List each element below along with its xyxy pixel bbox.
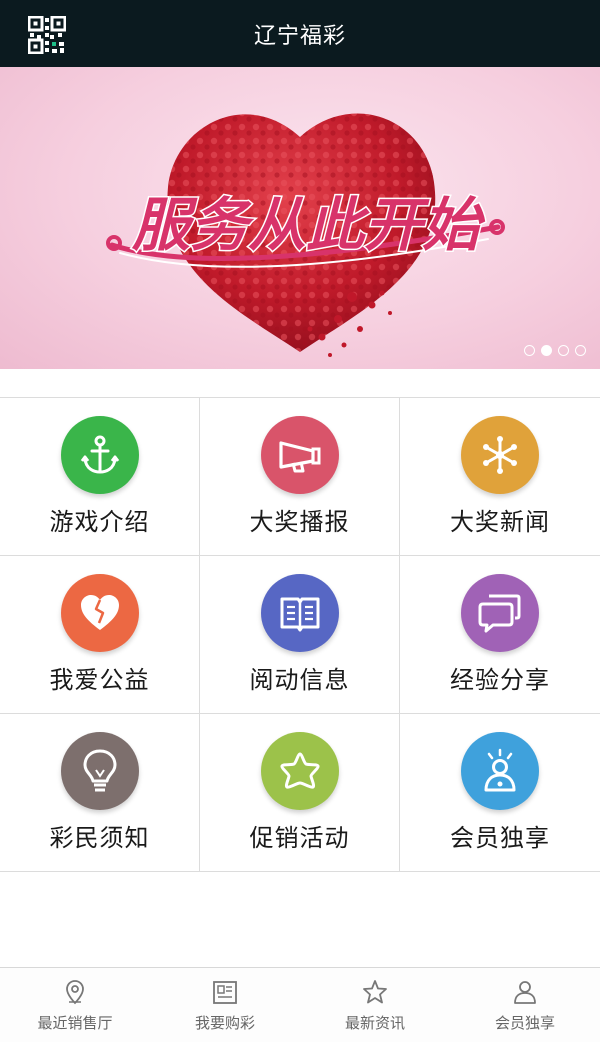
grid-item-label: 我爱公益 [49,666,150,694]
star-icon [260,732,339,810]
carousel-dot-active[interactable] [541,345,552,356]
tab-member-exclusive[interactable]: 会员独享 [450,968,600,1042]
carousel-dot[interactable] [575,345,586,356]
tab-nearest-outlet[interactable]: 最近销售厅 [0,968,150,1042]
grid-item-member-exclusive[interactable]: 会员独享 [400,714,600,871]
tab-buy-lottery[interactable]: 我要购彩 [150,968,300,1042]
grid-item-player-notice[interactable]: 彩民须知 [0,714,200,871]
member-icon [461,732,539,810]
grid-item-charity[interactable]: 我爱公益 [0,556,200,714]
megaphone-icon [260,416,339,494]
grid-item-promotion[interactable]: 促销活动 [200,714,400,871]
anchor-icon [60,416,139,494]
carousel-indicator [524,345,586,356]
book-icon [260,574,339,652]
star-outline-icon [363,980,387,1004]
grid-item-label: 阅动信息 [249,666,350,694]
grid-item-label: 经验分享 [450,666,550,694]
grid-item-label: 彩民须知 [49,824,150,852]
asterisk-icon [461,416,539,494]
tab-label: 我要购彩 [194,1014,255,1032]
grid-item-prize-broadcast[interactable]: 大奖播报 [200,398,400,556]
location-pin-icon [66,980,84,1005]
tab-label: 最近销售厅 [37,1014,113,1032]
app: 辽宁福彩 服务从此开始 游戏介绍 大奖播报 大奖新闻 我爱公益 阅动信息 经验分… [0,0,600,1042]
user-icon [514,981,536,1004]
tab-label: 最新资讯 [344,1014,405,1032]
heart-icon [60,574,139,652]
grid-item-label: 大奖播报 [249,508,350,536]
banner-headline: 服务从此开始 [131,191,486,259]
page-title: 辽宁福彩 [253,23,346,49]
grid-item-label: 游戏介绍 [49,508,150,536]
lightbulb-icon [60,732,139,810]
carousel-dot[interactable] [524,345,535,356]
feature-grid: 游戏介绍 大奖播报 大奖新闻 我爱公益 阅动信息 经验分享 彩民须知 促销活动 … [0,397,600,872]
grid-item-reading-info[interactable]: 阅动信息 [200,556,400,714]
ticket-icon [213,981,237,1004]
grid-item-label: 会员独享 [450,824,550,852]
tab-label: 会员独享 [494,1014,555,1032]
promo-banner[interactable]: 服务从此开始 [0,67,600,369]
grid-item-experience-share[interactable]: 经验分享 [400,556,600,714]
tab-latest-news[interactable]: 最新资讯 [300,968,450,1042]
carousel-dot[interactable] [558,345,569,356]
header: 辽宁福彩 [0,0,600,67]
grid-item-prize-news[interactable]: 大奖新闻 [400,398,600,556]
qr-code-icon[interactable] [28,16,66,54]
grid-item-label: 促销活动 [249,824,350,852]
grid-item-game-intro[interactable]: 游戏介绍 [0,398,200,556]
heart-illustration: 服务从此开始 [106,113,505,357]
bottom-tab-bar: 最近销售厅 我要购彩 最新资讯 会员独享 [0,967,600,1042]
chat-icon [461,574,539,652]
grid-item-label: 大奖新闻 [450,508,550,536]
